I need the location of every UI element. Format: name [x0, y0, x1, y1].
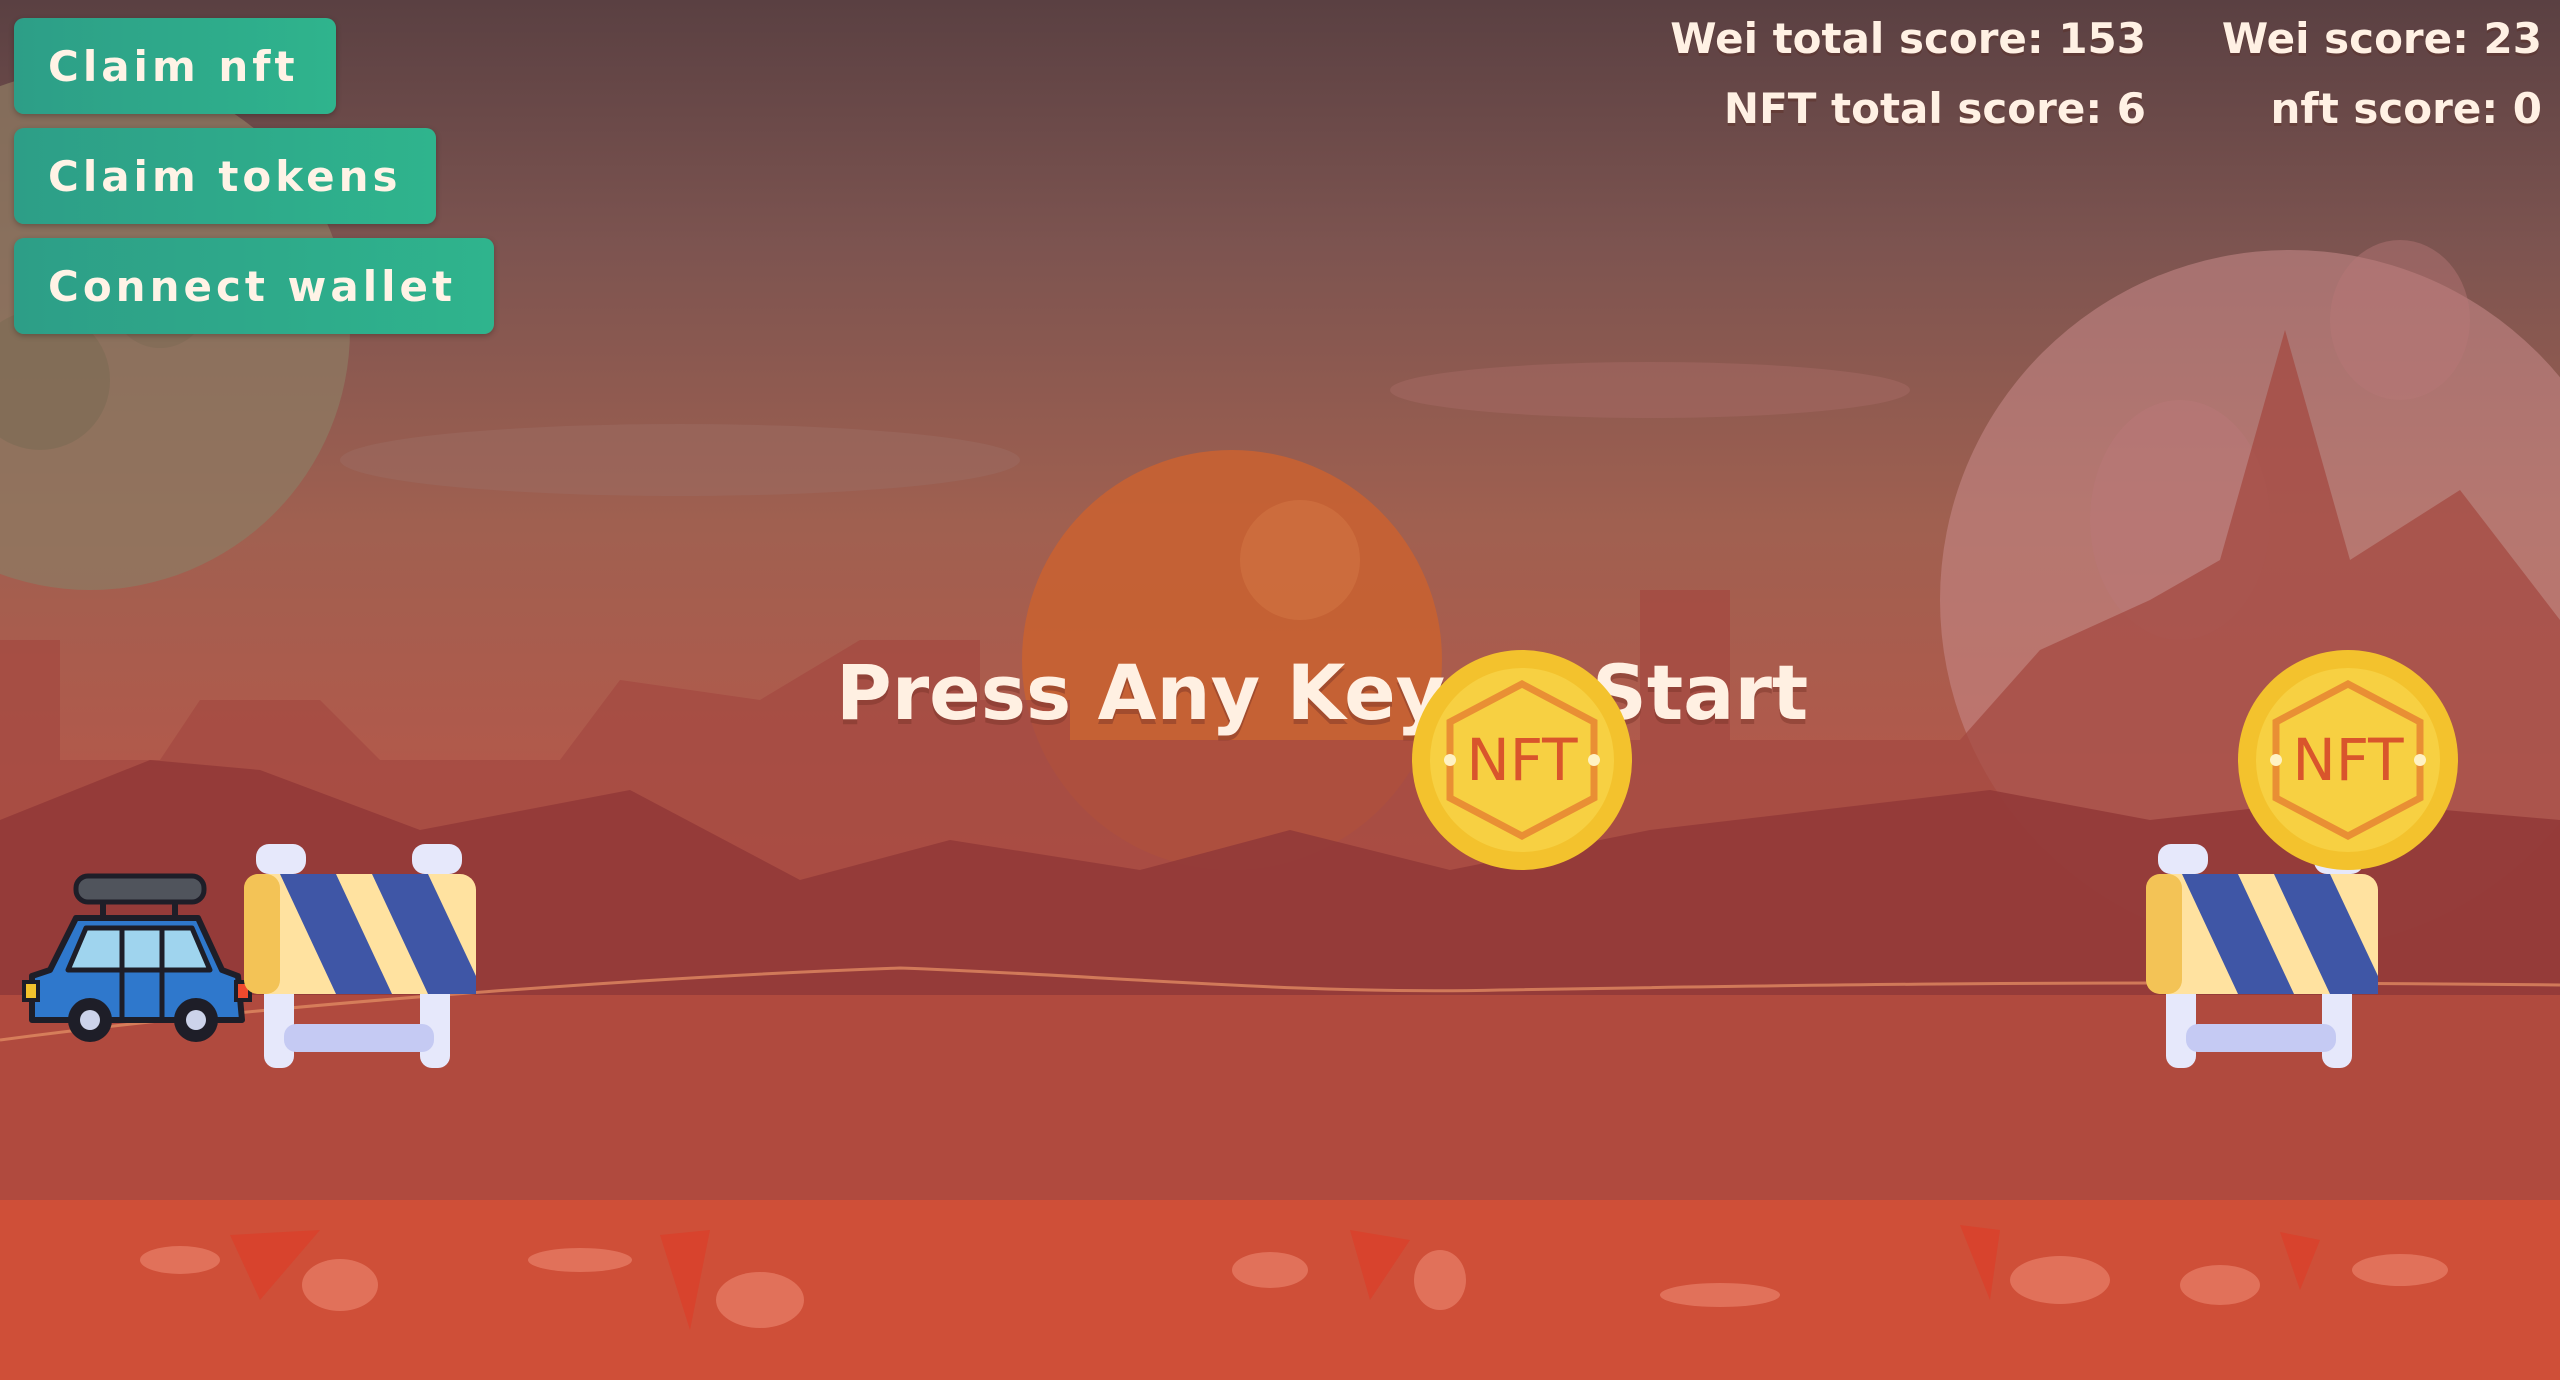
wei-score: Wei score: 23 [2221, 14, 2542, 63]
road-barrier [244, 844, 476, 1068]
nft-coin: NFT [2238, 650, 2458, 870]
car-player [22, 873, 252, 1042]
coin-label: NFT [1466, 726, 1578, 794]
coin-label: NFT [2292, 726, 2404, 794]
road-barrier [2146, 844, 2378, 1068]
foreground-rocks [0, 1200, 2560, 1380]
connect-wallet-button[interactable]: Connect wallet [14, 238, 494, 334]
game-scene[interactable]: Claim nft Claim tokens Connect wallet We… [0, 0, 2560, 1380]
nft-total-score: NFT total score: 6 [1723, 84, 2146, 133]
claim-tokens-button[interactable]: Claim tokens [14, 128, 436, 224]
claim-nft-button[interactable]: Claim nft [14, 18, 336, 114]
nft-coin: NFT [1412, 650, 1632, 870]
wei-total-score: Wei total score: 153 [1670, 14, 2146, 63]
nft-score: nft score: 0 [2270, 84, 2542, 133]
